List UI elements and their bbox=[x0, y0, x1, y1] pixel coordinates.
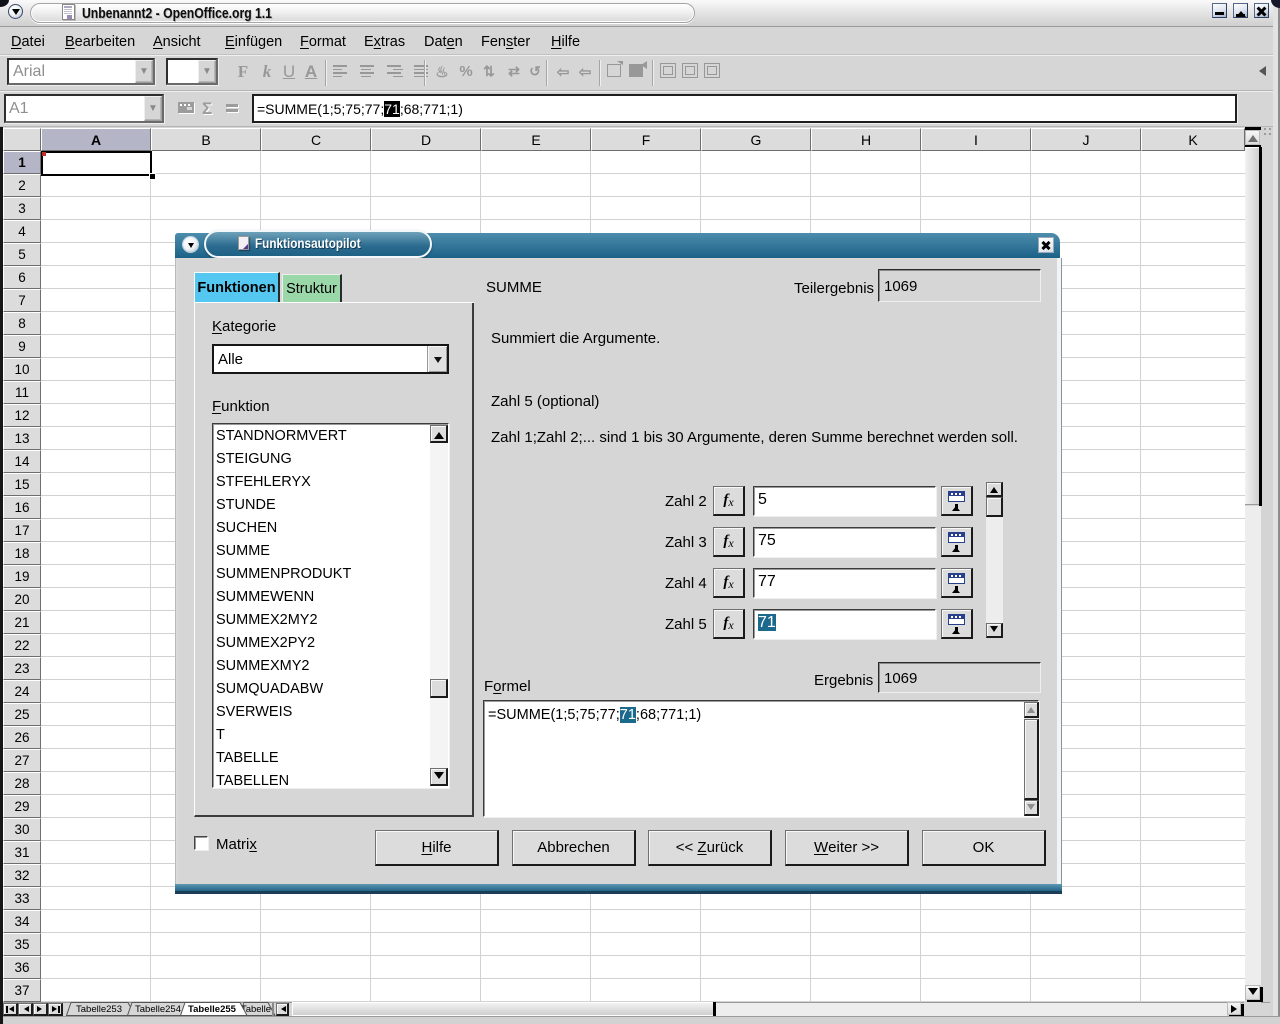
svg-text:Tabelle255: Tabelle255 bbox=[188, 1004, 237, 1015]
svg-text:Tabelle254: Tabelle254 bbox=[135, 1004, 181, 1015]
svg-text:Funktionsautopilot: Funktionsautopilot bbox=[255, 235, 361, 251]
svg-text:Tabelle253: Tabelle253 bbox=[76, 1004, 122, 1015]
svg-text:Unbenannt2 - OpenOffice.org 1.: Unbenannt2 - OpenOffice.org 1.1 bbox=[82, 5, 272, 21]
